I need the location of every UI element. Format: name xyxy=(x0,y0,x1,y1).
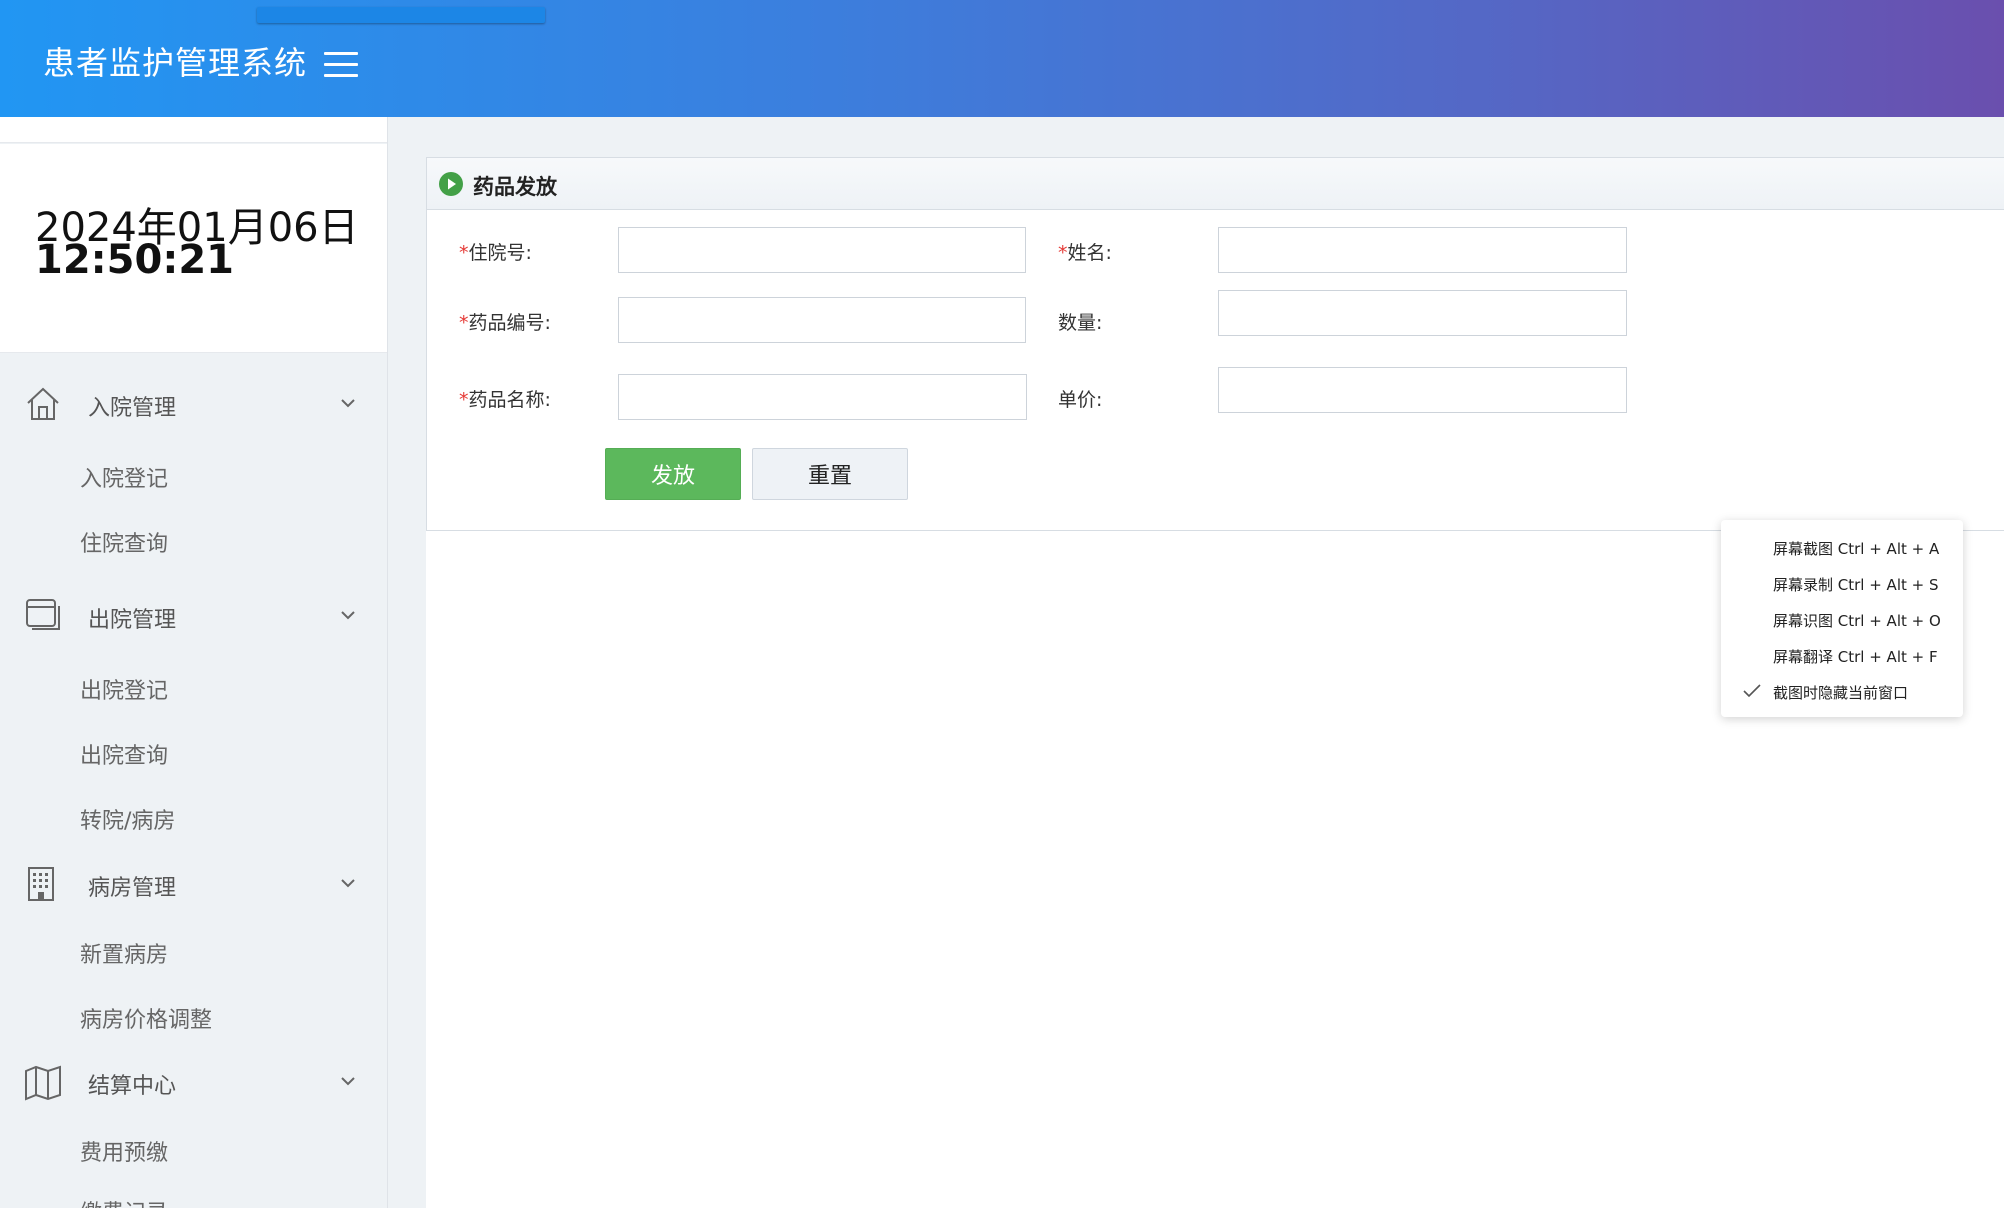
drug-code-label: *药品编号: xyxy=(459,308,551,335)
required-mark: * xyxy=(459,312,469,334)
drug-dispense-panel: 药品发放 *住院号: *姓名: *药品编号: 数量: *药品名称: 单价: 发放… xyxy=(426,157,2004,531)
screenshot-context-menu: 屏幕截图 Ctrl + Alt + A 屏幕录制 Ctrl + Alt + S … xyxy=(1721,520,1963,717)
drug-name-label: *药品名称: xyxy=(459,385,551,412)
menu-item-screenshot[interactable]: 屏幕截图 Ctrl + Alt + A xyxy=(1773,538,1939,559)
sidebar-item-inpatient-query[interactable]: 住院查询 xyxy=(80,526,168,558)
quantity-input[interactable] xyxy=(1218,290,1627,336)
nav-group-label: 出院管理 xyxy=(88,608,177,633)
hamburger-icon[interactable] xyxy=(324,52,358,80)
sidebar-item-transfer-ward[interactable]: 转院/病房 xyxy=(80,803,175,835)
chevron-down-icon xyxy=(341,399,355,408)
nav-group-label: 病房管理 xyxy=(88,876,177,901)
unit-price-input[interactable] xyxy=(1218,367,1627,413)
sidebar-item-new-ward[interactable]: 新置病房 xyxy=(80,937,168,969)
admission-no-label-text: 住院号: xyxy=(468,242,532,264)
title-bar-overlay xyxy=(257,7,545,23)
nav-group-billing[interactable]: 结算中心 xyxy=(0,1053,387,1113)
patient-name-input[interactable] xyxy=(1218,227,1627,273)
panel-header: 药品发放 xyxy=(427,158,2004,210)
dispense-button[interactable]: 发放 xyxy=(605,448,741,500)
chevron-down-icon xyxy=(341,611,355,620)
drug-name-input[interactable] xyxy=(618,374,1027,420)
map-icon xyxy=(25,1065,61,1101)
admission-no-label: *住院号: xyxy=(459,238,532,265)
reset-button[interactable]: 重置 xyxy=(752,448,908,500)
required-mark: * xyxy=(1058,242,1068,264)
sidebar-item-discharge-query[interactable]: 出院查询 xyxy=(80,738,168,770)
admission-no-input[interactable] xyxy=(618,227,1026,273)
unit-price-label: 单价: xyxy=(1058,389,1103,411)
panel-title: 药品发放 xyxy=(473,175,557,199)
menu-item-screen-record[interactable]: 屏幕录制 Ctrl + Alt + S xyxy=(1773,574,1939,595)
app-title: 患者监护管理系统 xyxy=(43,44,308,82)
required-mark: * xyxy=(459,242,469,264)
chevron-down-icon xyxy=(341,879,355,888)
window-icon xyxy=(26,599,60,630)
menu-item-screen-translate[interactable]: 屏幕翻译 Ctrl + Alt + F xyxy=(1773,646,1938,667)
sidebar-item-admission-register[interactable]: 入院登记 xyxy=(80,461,168,493)
drug-name-label-text: 药品名称: xyxy=(468,389,551,411)
sidebar-item-prepay[interactable]: 费用预缴 xyxy=(80,1135,168,1167)
nav-group-discharge[interactable]: 出院管理 xyxy=(0,587,387,647)
menu-item-screen-ocr[interactable]: 屏幕识图 Ctrl + Alt + O xyxy=(1773,610,1941,631)
drug-code-input[interactable] xyxy=(618,297,1026,343)
clock-time: 12:50:21 xyxy=(35,237,234,283)
drug-code-label-text: 药品编号: xyxy=(468,312,551,334)
play-circle-icon xyxy=(439,172,463,196)
home-icon xyxy=(27,387,59,420)
nav-group-admission[interactable]: 入院管理 xyxy=(0,375,387,435)
menu-item-hide-window[interactable]: 截图时隐藏当前窗口 xyxy=(1773,682,1908,703)
quantity-label: 数量: xyxy=(1058,312,1103,334)
chevron-down-icon xyxy=(341,1077,355,1086)
clock-panel: 2024年01月06日 12:50:21 xyxy=(0,144,387,353)
patient-name-label: *姓名: xyxy=(1058,238,1112,265)
sidebar-item-ward-price[interactable]: 病房价格调整 xyxy=(80,1002,212,1034)
sidebar-item-payment-records[interactable]: 缴费记录 xyxy=(80,1195,168,1208)
building-icon xyxy=(28,867,54,901)
nav-group-ward[interactable]: 病房管理 xyxy=(0,855,387,915)
sidebar-top-strip xyxy=(0,117,387,143)
sidebar: 2024年01月06日 12:50:21 入院管理 入院登记 住院查询 出院管理… xyxy=(0,117,388,1208)
nav-group-label: 结算中心 xyxy=(88,1074,177,1099)
patient-name-label-text: 姓名: xyxy=(1067,242,1112,264)
checkmark-icon xyxy=(1743,684,1761,698)
sidebar-item-discharge-register[interactable]: 出院登记 xyxy=(80,673,168,705)
top-header: 患者监护管理系统 xyxy=(0,0,2004,117)
nav-group-label: 入院管理 xyxy=(88,396,177,421)
required-mark: * xyxy=(459,389,469,411)
